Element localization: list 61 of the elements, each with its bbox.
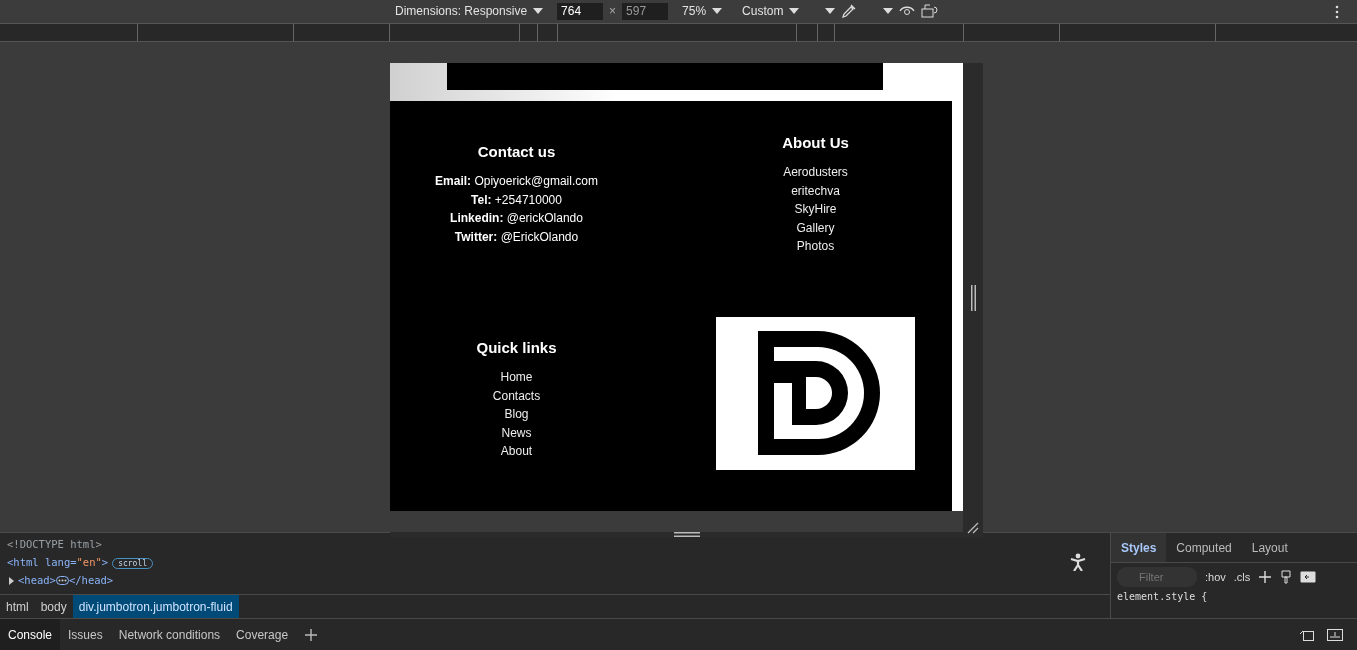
caret-icon[interactable]	[533, 7, 544, 16]
hov-toggle[interactable]: :hov	[1205, 571, 1226, 583]
drawer-tab[interactable]: Coverage	[228, 619, 297, 650]
caret-icon[interactable]	[883, 7, 894, 16]
undock-icon[interactable]	[1327, 628, 1343, 641]
footer-link[interactable]: SkyHire	[794, 200, 837, 219]
css-rule: element.style {	[1116, 591, 1209, 602]
code-line[interactable]: <head> </head>	[7, 572, 1103, 590]
caret-icon[interactable]	[789, 7, 800, 16]
ellipsis-icon[interactable]	[55, 576, 69, 586]
breadcrumb[interactable]: div.jumbotron.jumbotron-fluid	[72, 595, 239, 618]
caret-icon[interactable]	[825, 7, 836, 16]
resize-handle-icon[interactable]	[970, 284, 976, 311]
breadcrumb[interactable]: body	[34, 595, 73, 618]
footer-link[interactable]: eritechva	[791, 181, 840, 200]
footer-link[interactable]: About	[500, 442, 533, 461]
plus-icon[interactable]	[304, 627, 319, 642]
corner-resize-icon[interactable]	[967, 522, 979, 534]
throttle-label[interactable]: Custom	[742, 4, 784, 19]
drawer-tab[interactable]: Issues	[60, 619, 111, 650]
plus-icon[interactable]	[1258, 570, 1273, 584]
more-icon[interactable]	[1335, 5, 1339, 19]
footer-link[interactable]: Blog	[504, 405, 529, 424]
panel-tab[interactable]: Layout	[1241, 533, 1298, 562]
rotate-icon[interactable]	[921, 3, 940, 20]
caret-icon[interactable]	[712, 7, 723, 16]
panel-tab[interactable]: Computed	[1166, 533, 1242, 562]
contact-line: Twitter: @ErickOlando	[454, 228, 579, 246]
paint-brush-icon[interactable]	[1280, 570, 1293, 584]
eyedropper-icon[interactable]	[841, 3, 858, 20]
width-field[interactable]: 764	[557, 2, 604, 20]
sidebar-icon[interactable]	[1300, 571, 1317, 583]
section-heading: About Us	[782, 134, 849, 151]
times-sign: ×	[609, 4, 617, 19]
code-line: <html lang="en"> scroll	[7, 553, 1103, 572]
footer-link[interactable]: Contacts	[492, 386, 541, 405]
drawer-tab[interactable]: Network conditions	[110, 619, 229, 650]
dock-icon[interactable]	[1299, 628, 1315, 641]
footer-link[interactable]: Aerodusters	[783, 163, 848, 182]
footer-link[interactable]: Home	[500, 368, 533, 387]
filter-field[interactable]: Filter	[1117, 567, 1197, 587]
code-line: <!DOCTYPE html>	[7, 537, 103, 552]
eye-icon[interactable]	[899, 5, 916, 18]
height-field[interactable]: 597	[622, 2, 669, 20]
zoom-label[interactable]: 75%	[682, 4, 707, 19]
expand-arrow-icon[interactable]	[7, 576, 15, 585]
panel-tab[interactable]: Styles	[1111, 533, 1167, 562]
cls-toggle[interactable]: .cls	[1233, 571, 1251, 583]
section-heading: Quick links	[476, 339, 557, 356]
contact-line: Linkedin: @erickOlando	[450, 210, 583, 227]
dimensions-label[interactable]: Dimensions: Responsive	[395, 4, 528, 19]
resize-handle-icon[interactable]	[673, 532, 700, 537]
footer-link[interactable]: Photos	[796, 237, 835, 256]
accessibility-icon[interactable]	[1070, 553, 1086, 571]
footer-link[interactable]: News	[501, 423, 532, 442]
contact-line: Email: Opiyoerick@gmail.com	[435, 173, 598, 190]
footer-link[interactable]: Gallery	[796, 218, 835, 237]
breadcrumb[interactable]: html	[0, 595, 35, 618]
drawer-tab[interactable]: Console	[0, 619, 61, 650]
section-heading: Contact us	[477, 143, 556, 160]
contact-line: Tel: +254710000	[471, 191, 562, 209]
